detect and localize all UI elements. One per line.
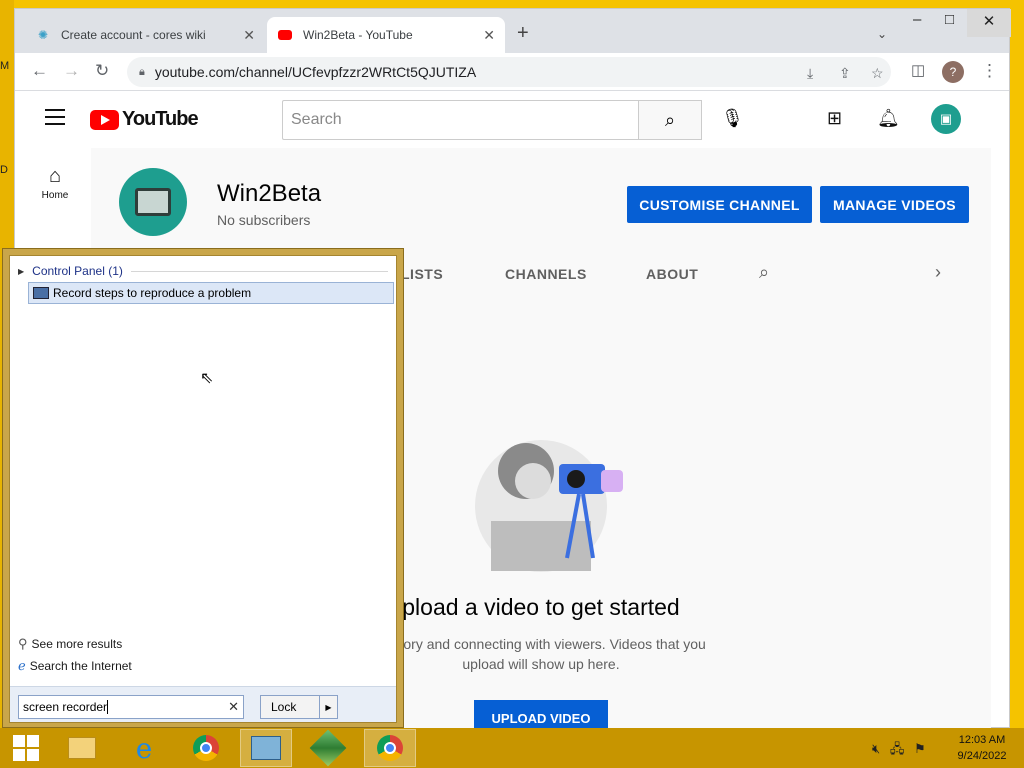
start-search-input[interactable]: screen recorder ✕ — [18, 695, 244, 719]
clear-search-icon[interactable]: ✕ — [228, 699, 239, 715]
share-icon[interactable]: ⇪ — [839, 65, 851, 82]
channel-search-icon[interactable]: ⌕ — [759, 262, 769, 283]
expand-triangle-icon: ▶ — [18, 266, 25, 276]
tab-channels[interactable]: CHANNELS — [505, 266, 587, 282]
internet-explorer-icon: e — [135, 731, 153, 765]
wiki-favicon-icon: ✺ — [37, 28, 49, 42]
home-icon: ⌂ — [48, 165, 62, 187]
result-group-header[interactable]: ▶ Control Panel (1) — [18, 264, 388, 278]
youtube-favicon-icon — [277, 27, 293, 43]
taskbar-chrome-active[interactable] — [364, 729, 416, 767]
create-video-icon[interactable]: ⊞ — [827, 108, 842, 129]
taskbar-internet-explorer[interactable]: e — [118, 729, 170, 767]
taskbar-control-panel[interactable] — [240, 729, 292, 767]
tab-about[interactable]: ABOUT — [646, 266, 698, 282]
chrome-icon — [193, 735, 219, 761]
reload-icon[interactable]: ↻ — [95, 62, 109, 80]
search-results-pane: ▶ Control Panel (1) Record steps to repr… — [9, 255, 397, 723]
hamburger-menu-icon[interactable] — [45, 109, 65, 125]
computer-monitor-icon — [135, 188, 171, 216]
desktop-icon-fragment[interactable]: M — [0, 60, 9, 72]
tab-youtube[interactable]: Win2Beta - YouTube ✕ — [267, 17, 505, 53]
taskbar-file-explorer[interactable] — [56, 729, 108, 767]
taskbar-app[interactable] — [302, 729, 354, 767]
taskbar-clock[interactable]: 12:03 AM 9/24/2022 — [946, 732, 1018, 764]
divider — [130, 270, 388, 272]
maximize-icon[interactable]: □ — [945, 11, 954, 28]
sidebar-item-label: Home — [41, 190, 69, 201]
start-search-panel: ▶ Control Panel (1) Record steps to repr… — [2, 248, 404, 728]
chevron-right-icon[interactable]: › — [935, 262, 941, 283]
install-icon[interactable]: ⤓ — [807, 65, 813, 82]
tab-playlists[interactable]: LISTS — [401, 266, 443, 282]
search-icon: ⌕ — [664, 109, 676, 130]
start-button[interactable] — [0, 729, 52, 767]
clock-date: 9/24/2022 — [957, 750, 1007, 762]
bookmark-star-icon[interactable]: ☆ — [871, 65, 884, 82]
clock-time: 12:03 AM — [958, 734, 1006, 746]
subscriber-count: No subscribers — [217, 212, 311, 228]
power-options-arrow-icon[interactable]: ▶ — [319, 696, 337, 718]
empty-state-description: ur story and connecting with viewers. Vi… — [376, 636, 706, 672]
manage-videos-button[interactable]: MANAGE VIDEOS — [820, 186, 969, 223]
account-avatar[interactable]: ▣ — [931, 104, 961, 134]
url-text: youtube.com/channel/UCfevpfzzr2WRtCt5QJU… — [154, 64, 477, 80]
youtube-header: YouTube Search ⌕ 🎙︎ ⊞ 🔔︎ ▣ — [15, 92, 991, 148]
magnifier-icon: ⚲ — [18, 636, 28, 651]
network-icon[interactable]: 🖧 — [890, 741, 905, 756]
back-arrow-icon[interactable]: ← — [31, 62, 48, 80]
system-tray[interactable]: 🔇︎ 🖧 ⚑ — [872, 740, 926, 762]
videographer-illustration — [475, 440, 623, 572]
search-result-item[interactable]: Record steps to reproduce a problem — [28, 282, 394, 304]
sidebar-item-home[interactable]: ⌂ Home — [31, 162, 79, 201]
search-button[interactable]: ⌕ — [638, 100, 702, 140]
tab-cores-wiki[interactable]: ✺ Create account - cores wiki ✕ — [25, 17, 265, 53]
youtube-logo[interactable]: YouTube — [90, 108, 199, 131]
mouse-pointer-icon: ⇖ — [200, 370, 214, 387]
close-tab-icon[interactable]: ✕ — [243, 27, 255, 44]
action-center-flag-icon[interactable]: ⚑ — [914, 741, 926, 756]
new-tab-plus-icon[interactable]: + — [517, 23, 529, 43]
tab-title: Create account - cores wiki — [61, 28, 206, 42]
address-bar[interactable]: 🔒︎ youtube.com/channel/UCfevpfzzr2WRtCt5… — [127, 57, 891, 87]
channel-avatar — [119, 168, 187, 236]
steps-recorder-icon — [33, 287, 49, 299]
customise-channel-button[interactable]: CUSTOMISE CHANNEL — [627, 186, 812, 223]
internet-explorer-icon: ℯ — [18, 658, 26, 673]
minimize-icon[interactable]: – — [913, 11, 921, 28]
chrome-icon — [377, 735, 403, 761]
close-window-icon[interactable]: ✕ — [967, 9, 1011, 37]
taskbar-chrome[interactable] — [180, 729, 232, 767]
folder-icon — [68, 737, 96, 759]
search-internet-link[interactable]: ℯ Search the Internet — [18, 658, 132, 674]
tab-title: Win2Beta - YouTube — [303, 28, 413, 42]
microphone-icon[interactable]: 🎙︎ — [721, 108, 744, 129]
forward-arrow-icon[interactable]: → — [63, 62, 80, 80]
browser-toolbar: ← → ↻ 🔒︎ youtube.com/channel/UCfevpfzzr2… — [15, 53, 1009, 91]
taskbar: e 🔇︎ 🖧 ⚑ 12:03 AM 9/24/2022 — [0, 728, 1024, 768]
windows-logo-icon — [13, 735, 39, 761]
volume-muted-icon[interactable]: 🔇︎ — [872, 741, 880, 756]
youtube-play-icon — [90, 109, 119, 130]
lock-button[interactable]: Lock ▶ — [260, 695, 338, 719]
see-more-results-link[interactable]: ⚲ See more results — [18, 636, 122, 652]
search-input[interactable]: Search — [282, 100, 638, 140]
side-panel-icon[interactable]: ◫ — [911, 62, 925, 80]
close-tab-icon[interactable]: ✕ — [483, 27, 495, 44]
text-caret — [107, 700, 109, 714]
desktop-icon-fragment[interactable]: D — [0, 164, 8, 176]
channel-name: Win2Beta — [217, 180, 322, 207]
profile-avatar[interactable]: ? — [942, 61, 964, 83]
tab-search-chevron-icon[interactable]: ⌄ — [877, 27, 887, 41]
upload-video-button[interactable]: UPLOAD VIDEO — [474, 700, 608, 729]
lock-icon[interactable]: 🔒︎ — [139, 66, 145, 79]
menu-kebab-icon[interactable]: ⋮ — [981, 62, 998, 80]
search-bar-area: screen recorder ✕ Lock ▶ — [10, 686, 396, 722]
notifications-bell-icon[interactable]: 🔔︎ — [877, 108, 900, 129]
cube-app-icon — [309, 729, 347, 767]
tab-strip: ✺ Create account - cores wiki ✕ Win2Beta… — [15, 9, 1011, 53]
control-panel-icon — [251, 736, 281, 760]
